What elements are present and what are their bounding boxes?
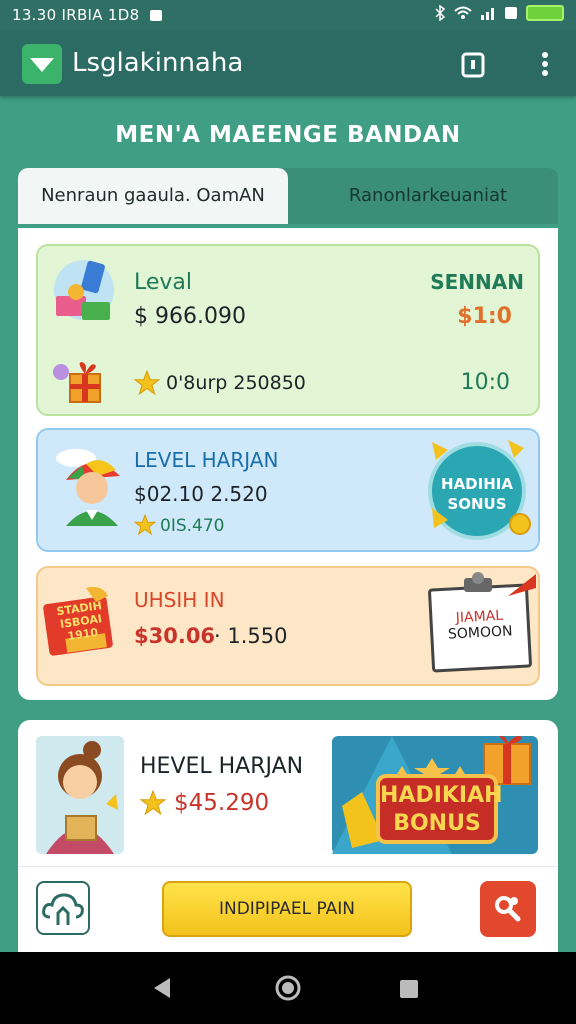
level-harjan-sub: 0IS.470 <box>160 516 225 536</box>
tab-first[interactable]: Nenraun gaaula. OamAN <box>18 168 288 224</box>
phone-gifts-icon <box>54 260 114 320</box>
level-card-2[interactable]: LEVEL HARJAN $02.10 2.520 0IS.470 HADIHI… <box>36 428 540 552</box>
main-action-button[interactable]: INDIPIPAEL PAIN <box>162 881 412 937</box>
recent-apps-icon[interactable] <box>398 978 420 1000</box>
status-bar: 13.30 IRBIA 1D8 <box>0 0 576 32</box>
star-icon <box>134 370 160 396</box>
season-value: $1:0 <box>457 304 512 329</box>
page-heading: MEN'A MAEENGE BANDAN <box>115 122 461 148</box>
action-bar: INDIPIPAEL PAIN <box>18 866 558 953</box>
status-time: 13.30 IRBIA 1D8 <box>12 6 140 24</box>
status-icons <box>434 5 564 21</box>
tab-second[interactable]: Ranonlarkeuaniat <box>298 168 558 224</box>
star-icon <box>140 790 166 816</box>
hevel-harjan-amount: $45.290 <box>174 790 270 816</box>
bottom-card: HEVEL HARJAN $45.290 HADIKIAH BONUS INDI… <box>18 720 558 953</box>
home-circle-icon[interactable] <box>274 974 302 1002</box>
tab-bar: Nenraun gaaula. OamAN Ranonlarkeuaniat <box>18 168 558 224</box>
bluetooth-icon <box>435 5 446 21</box>
level-amount: $ 966.090 <box>134 304 246 329</box>
back-icon[interactable] <box>150 976 174 1000</box>
coins-confetti-icon <box>432 440 531 535</box>
share-icon[interactable] <box>460 50 486 78</box>
lock-icon <box>150 10 162 21</box>
star-icon <box>134 514 156 536</box>
app-bar: Lsglakinnaha <box>0 32 576 96</box>
battery-icon <box>526 5 564 21</box>
level-card-1[interactable]: Leval $ 966.090 SENNAN $1:0 0'8urp 25085… <box>36 244 540 416</box>
sim-icon <box>505 7 517 19</box>
bonus-banner[interactable]: HADIKIAH BONUS <box>332 736 538 854</box>
bonus-plate: HADIKIAH BONUS <box>376 774 503 844</box>
level-sub-text: 0'8urp 250850 <box>166 372 306 394</box>
home-cloud-icon <box>42 893 84 925</box>
level-harjan-title: LEVEL HARJAN <box>134 448 279 472</box>
levels-panel: Leval $ 966.090 SENNAN $1:0 0'8urp 25085… <box>18 228 558 700</box>
season-label: SENNAN <box>430 270 524 294</box>
note-text: SOMOON <box>447 623 513 643</box>
wrench-icon <box>495 896 521 922</box>
level-title: Leval <box>134 270 193 295</box>
app-title: Lsglakinnaha <box>72 48 244 78</box>
hevel-harjan-title: HEVEL HARJAN <box>140 754 304 779</box>
level-harjan-amount: $02.10 2.520 <box>134 482 268 506</box>
tools-button[interactable] <box>480 881 536 937</box>
uhsih-amount-red: $30.06 <box>134 624 216 648</box>
system-nav-bar <box>0 952 576 1024</box>
uhsih-amount-dark: · 1.550 <box>214 624 288 648</box>
home-button[interactable] <box>36 881 90 935</box>
app-logo-icon <box>22 44 62 84</box>
wifi-icon <box>454 6 472 19</box>
gift-box-icon <box>53 362 101 403</box>
level-sub-value: 10:0 <box>460 370 510 395</box>
corner-tag-icon <box>508 574 536 596</box>
receipt-note: JIAMAL SOMOON <box>427 583 533 673</box>
avatar <box>36 736 124 854</box>
uhsih-title: UHSIH IN <box>134 588 225 612</box>
jester-avatar-icon <box>56 449 120 526</box>
more-options-icon[interactable] <box>532 50 558 78</box>
clipboard-clip-icon <box>464 572 492 592</box>
signal-icon <box>481 8 494 20</box>
girl-avatar-icon <box>46 741 118 854</box>
level-card-3[interactable]: STADIH ISBOAI 1910 UHSIH IN $30.06 · 1.5… <box>36 566 540 686</box>
